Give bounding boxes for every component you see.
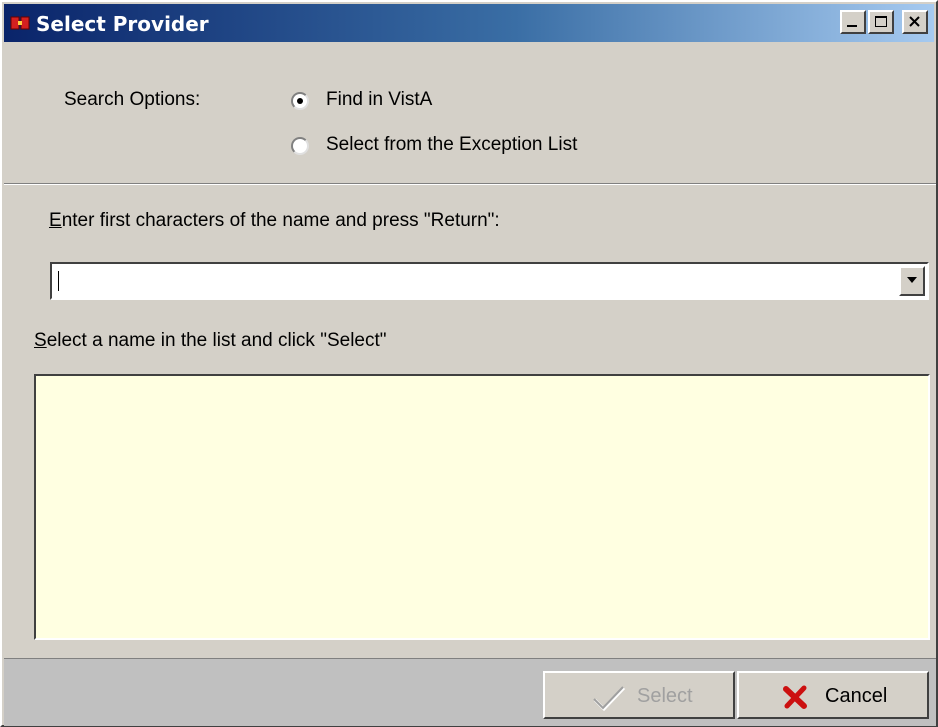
radio-exception-list-label[interactable]: Select from the Exception List	[326, 134, 577, 156]
select-button[interactable]: Select	[543, 671, 735, 719]
close-icon	[909, 16, 920, 27]
search-options-label: Search Options:	[64, 89, 201, 110]
radio-find-in-vista-label[interactable]: Find in VistA	[326, 89, 432, 111]
window-title: Select Provider	[36, 12, 209, 36]
select-button-label: Select	[637, 685, 693, 707]
cancel-button-label: Cancel	[825, 685, 888, 707]
text-caret	[58, 271, 59, 291]
close-button[interactable]	[902, 10, 928, 34]
radio-dot	[297, 98, 303, 104]
radio-button-selected[interactable]	[291, 92, 309, 110]
title-bar[interactable]: Select Provider	[4, 4, 934, 42]
minimize-button[interactable]	[840, 10, 866, 34]
provider-name-combobox[interactable]	[50, 262, 929, 300]
name-entry-label: Enter first characters of the name and p…	[49, 210, 500, 232]
app-icon	[10, 14, 30, 32]
maximize-icon	[875, 16, 887, 27]
separator	[4, 183, 936, 185]
select-provider-dialog: Select Provider Search Options: Find in …	[0, 0, 938, 727]
cancel-button[interactable]: Cancel	[737, 671, 929, 719]
minimize-icon	[847, 25, 857, 27]
chevron-down-icon	[907, 277, 917, 283]
button-bar: Select Cancel	[4, 658, 936, 726]
checkmark-icon	[591, 685, 627, 717]
name-list-label-text: elect a name in the list and click "Sele…	[46, 330, 387, 351]
accelerator-key: S	[34, 330, 47, 351]
accelerator-key: E	[49, 210, 62, 231]
name-entry-label-text: nter first characters of the name and pr…	[61, 210, 500, 231]
radio-button-unselected[interactable]	[291, 137, 309, 155]
provider-name-list[interactable]	[34, 374, 930, 640]
name-list-label: Select a name in the list and click "Sel…	[34, 330, 387, 352]
maximize-button[interactable]	[868, 10, 894, 34]
dropdown-button[interactable]	[899, 266, 925, 296]
red-x-icon	[783, 685, 809, 715]
